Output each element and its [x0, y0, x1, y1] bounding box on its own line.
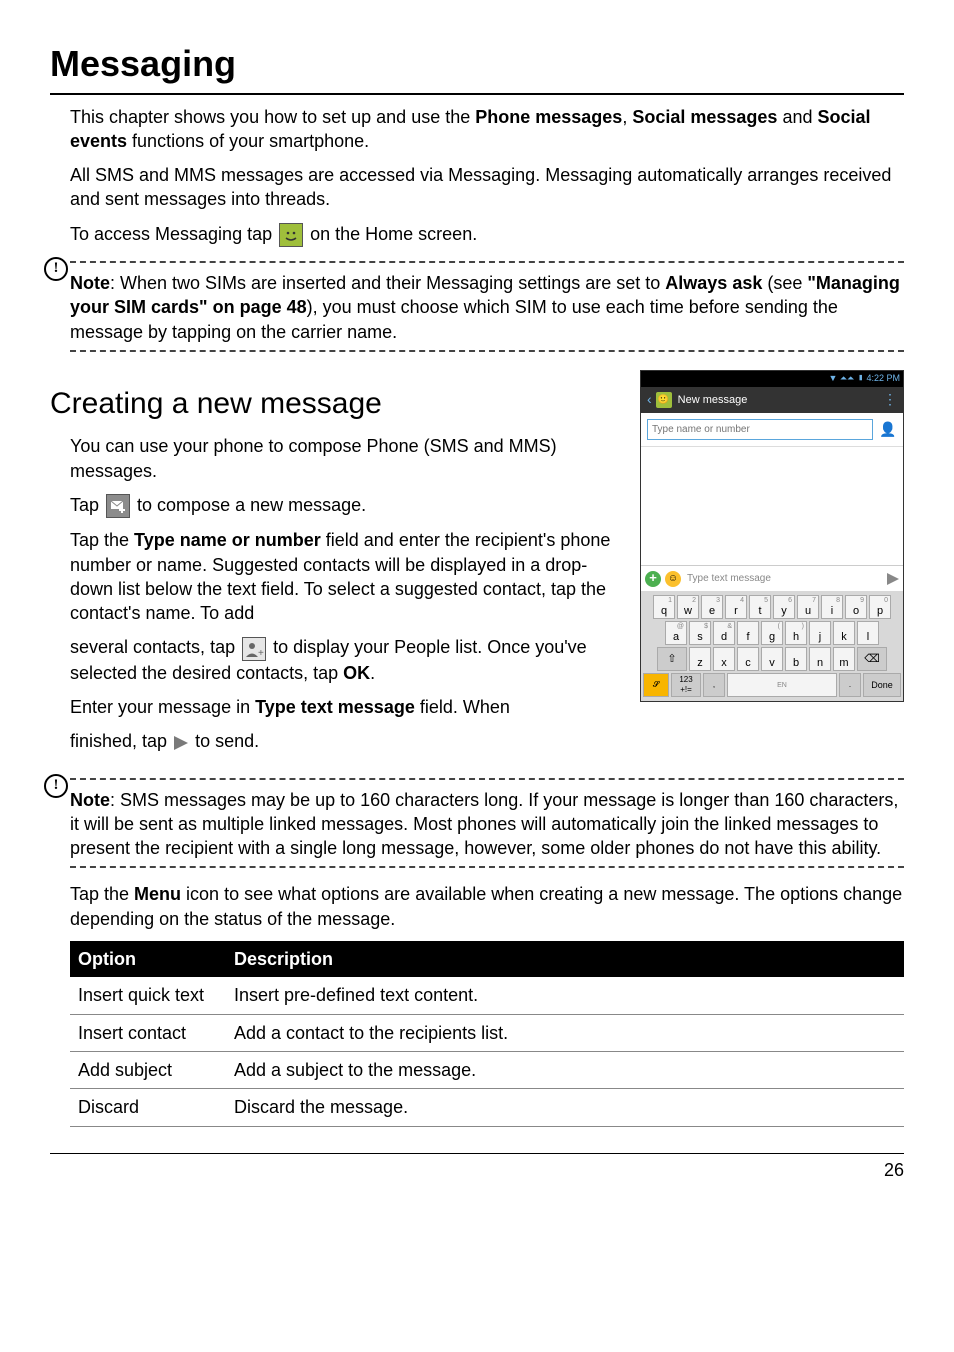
key-l[interactable]: l — [857, 621, 879, 645]
intro-p3: To access Messaging tap on the Home scre… — [70, 222, 904, 247]
key-k[interactable]: k — [833, 621, 855, 645]
messaging-app-icon — [656, 392, 672, 408]
back-icon[interactable]: ‹ — [647, 390, 652, 409]
key-t[interactable]: t5 — [749, 595, 771, 619]
create-p2: Tap to compose a new message. — [70, 493, 622, 518]
key-f[interactable]: f — [737, 621, 759, 645]
phone-header-title: New message — [678, 393, 883, 408]
compose-icon — [106, 494, 130, 518]
key-n[interactable]: n — [809, 647, 831, 671]
emoji-icon[interactable]: ☺ — [665, 571, 681, 587]
col-option: Option — [70, 941, 226, 977]
key-m[interactable]: m — [833, 647, 855, 671]
note-sim: ! Note: When two SIMs are inserted and t… — [50, 261, 904, 352]
svg-text:+: + — [258, 648, 264, 659]
create-p6: finished, tap to send. — [70, 729, 622, 753]
send-icon — [174, 736, 188, 750]
keyboard: q1w2e3r4t5y6u7i8o9p0 a@s$d&fg(h)jkl ⇧ zx… — [641, 591, 903, 701]
comma-key[interactable]: , — [703, 673, 725, 697]
section-title: Creating a new message — [50, 384, 622, 425]
send-icon[interactable] — [887, 573, 899, 585]
key-u[interactable]: u7 — [797, 595, 819, 619]
key-z[interactable]: z — [689, 647, 711, 671]
add-contact-icon: + — [242, 637, 266, 661]
phone-status-bar: ▼ ⏶⏶ ▮ 4:22 PM — [641, 371, 903, 387]
key-w[interactable]: w2 — [677, 595, 699, 619]
key-e[interactable]: e3 — [701, 595, 723, 619]
menu-paragraph: Tap the Menu icon to see what options ar… — [70, 882, 904, 931]
key-d[interactable]: d& — [713, 621, 735, 645]
key-i[interactable]: i8 — [821, 595, 843, 619]
backspace-key[interactable]: ⌫ — [857, 647, 887, 671]
create-p4: several contacts, tap + to display your … — [70, 635, 622, 685]
phone-header: ‹ New message ⋮ — [641, 387, 903, 413]
key-r[interactable]: r4 — [725, 595, 747, 619]
create-p1: You can use your phone to compose Phone … — [70, 434, 622, 483]
options-table: Option Description Insert quick textInse… — [70, 941, 904, 1126]
done-key[interactable]: Done — [863, 673, 901, 697]
phone-screenshot: ▼ ⏶⏶ ▮ 4:22 PM ‹ New message ⋮ 👤 + ☺ Typ… — [640, 370, 904, 703]
table-row: DiscardDiscard the message. — [70, 1089, 904, 1126]
key-j[interactable]: j — [809, 621, 831, 645]
alert-icon: ! — [44, 774, 68, 798]
key-p[interactable]: p0 — [869, 595, 891, 619]
shift-key[interactable]: ⇧ — [657, 647, 687, 671]
add-contact-icon[interactable]: 👤 — [879, 420, 897, 438]
attach-icon[interactable]: + — [645, 571, 661, 587]
key-h[interactable]: h) — [785, 621, 807, 645]
create-p5: Enter your message in Type text message … — [70, 695, 622, 719]
period-key[interactable]: . — [839, 673, 861, 697]
key-v[interactable]: v — [761, 647, 783, 671]
key-s[interactable]: s$ — [689, 621, 711, 645]
message-thread-area — [641, 447, 903, 565]
key-o[interactable]: o9 — [845, 595, 867, 619]
page-title: Messaging — [50, 40, 904, 95]
messaging-app-icon — [279, 223, 303, 247]
table-row: Add subjectAdd a subject to the message. — [70, 1051, 904, 1088]
numeric-key[interactable]: 123+!= — [671, 673, 701, 697]
key-q[interactable]: q1 — [653, 595, 675, 619]
intro-p2: All SMS and MMS messages are accessed vi… — [70, 163, 904, 212]
page-number: 26 — [50, 1153, 904, 1182]
key-g[interactable]: g( — [761, 621, 783, 645]
space-key[interactable]: EN — [727, 673, 837, 697]
key-b[interactable]: b — [785, 647, 807, 671]
recipient-input[interactable] — [647, 419, 873, 440]
key-c[interactable]: c — [737, 647, 759, 671]
key-x[interactable]: x — [713, 647, 735, 671]
note-sms-length: ! Note: SMS messages may be up to 160 ch… — [50, 778, 904, 869]
message-input[interactable]: Type text message — [685, 570, 883, 588]
menu-icon[interactable]: ⋮ — [883, 390, 897, 409]
table-row: Insert contactAdd a contact to the recip… — [70, 1014, 904, 1051]
swype-key[interactable]: 𝓢 — [643, 673, 669, 697]
key-y[interactable]: y6 — [773, 595, 795, 619]
alert-icon: ! — [44, 257, 68, 281]
intro-p1: This chapter shows you how to set up and… — [70, 105, 904, 154]
col-description: Description — [226, 941, 904, 977]
create-p3: Tap the Type name or number field and en… — [70, 528, 622, 625]
table-row: Insert quick textInsert pre-defined text… — [70, 977, 904, 1014]
key-a[interactable]: a@ — [665, 621, 687, 645]
